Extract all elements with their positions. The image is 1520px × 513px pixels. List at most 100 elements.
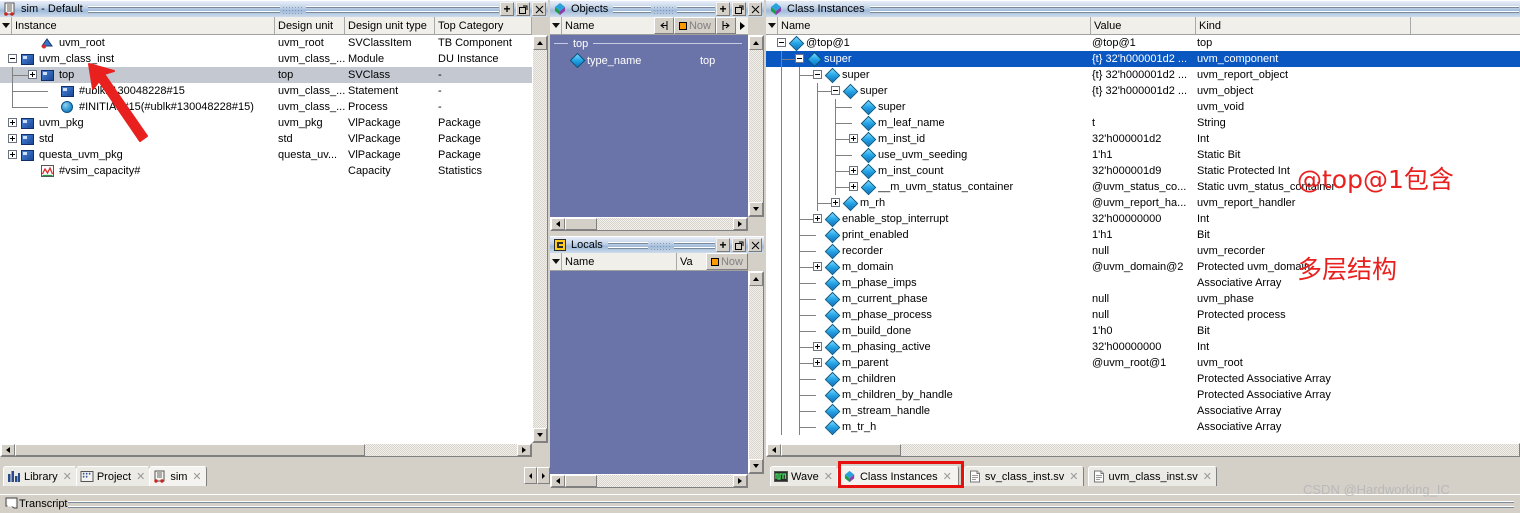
sim-scroll-right-button[interactable] (517, 444, 531, 456)
class-instances-row[interactable]: m_children Protected Associative Array (766, 371, 1520, 388)
tree-expander-plus[interactable] (8, 150, 17, 159)
tab-sim[interactable]: sim ✕ (149, 466, 207, 486)
objects-undock-button[interactable] (732, 2, 747, 16)
objects-vertical-scrollbar[interactable] (748, 35, 764, 217)
tab-sv-class-inst-file[interactable]: sv_class_inst.sv ✕ (963, 466, 1084, 486)
locals-vscroll-track[interactable] (749, 286, 763, 459)
tree-expander-plus[interactable] (849, 134, 858, 143)
locals-scroll-right-button[interactable] (733, 475, 747, 487)
locals-hscroll-track[interactable] (597, 475, 733, 487)
locals-scroll-up-button[interactable] (749, 272, 763, 286)
tree-expander-plus[interactable] (813, 358, 822, 367)
class-instances-filter-button[interactable] (766, 17, 778, 34)
tree-expander-plus[interactable] (8, 118, 17, 127)
objects-grip-dots[interactable] (653, 4, 676, 14)
objects-scroll-up-button[interactable] (749, 36, 763, 50)
class-instances-row[interactable]: m_stream_handle Associative Array (766, 403, 1520, 420)
objects-now-button[interactable]: Now (674, 17, 716, 34)
sim-vertical-scrollbar[interactable] (532, 35, 548, 443)
sim-tree-row[interactable]: uvm_pkg uvm_pkg VlPackage Package (0, 115, 532, 131)
sim-tree-row[interactable]: #ublk#130048228#15 uvm_class_... Statement… (0, 83, 532, 99)
objects-close-button[interactable] (748, 2, 763, 16)
class-instances-row[interactable]: super {t} 32'h000001d2 ... uvm_object (766, 83, 1520, 100)
sim-col-instance[interactable]: Instance (12, 17, 275, 34)
tree-expander-plus[interactable] (849, 166, 858, 175)
objects-panel-titlebar[interactable]: Objects + (550, 0, 764, 17)
objects-col-name[interactable]: Name (562, 17, 654, 34)
sim-scroll-down-button[interactable] (533, 428, 547, 442)
objects-list-item[interactable]: type_name top (550, 52, 748, 69)
left-tabstrip-scroll-buttons[interactable] (524, 467, 550, 484)
sim-tree-row[interactable]: top top SVClass - (0, 67, 532, 83)
objects-scroll-left-button[interactable] (551, 218, 565, 230)
tree-expander-minus[interactable] (831, 86, 840, 95)
sim-close-button[interactable] (532, 2, 546, 16)
objects-hscroll-track[interactable] (597, 218, 733, 230)
sim-scroll-up-button[interactable] (533, 36, 547, 50)
objects-hscroll-thumb[interactable] (565, 218, 597, 230)
locals-col-name[interactable]: Name (562, 253, 677, 270)
class-instances-horizontal-scrollbar[interactable] (766, 443, 1520, 457)
locals-panel-titlebar[interactable]: Locals + (550, 236, 764, 253)
tab-project[interactable]: Project ✕ (75, 466, 151, 486)
sim-undock-button[interactable] (516, 2, 530, 16)
locals-now-button[interactable]: Now (706, 253, 748, 270)
sim-hscroll-track[interactable] (365, 444, 517, 456)
class-instances-titlebar[interactable]: Class Instances (766, 0, 1520, 17)
sim-tree-row[interactable]: #vsim_capacity# Capacity Statistics (0, 163, 532, 179)
sim-panel-titlebar[interactable]: sim - Default + (0, 0, 548, 17)
locals-list[interactable] (550, 271, 748, 474)
sim-tree-row[interactable]: uvm_root uvm_root SVClassItem TB Component (0, 35, 532, 51)
tab-sim-close-icon[interactable]: ✕ (192, 470, 201, 483)
tab-class-instances-close-icon[interactable]: ✕ (943, 470, 952, 483)
objects-dock-plus-button[interactable]: + (716, 2, 731, 16)
sim-tree-row[interactable]: uvm_class_inst uvm_class_... Module DU Inst… (0, 51, 532, 67)
left-tabstrip-scroll-left-button[interactable] (524, 467, 537, 484)
locals-horizontal-scrollbar[interactable] (550, 474, 748, 488)
left-tabstrip-scroll-right-button[interactable] (537, 467, 550, 484)
objects-scroll-right-button[interactable] (733, 218, 747, 230)
class-instances-row[interactable]: m_tr_h Associative Array (766, 419, 1520, 436)
class-instances-col-name[interactable]: Name (778, 17, 1091, 34)
tab-uvm-class-inst-file[interactable]: uvm_class_inst.sv ✕ (1087, 466, 1217, 486)
class-instances-row[interactable]: m_children_by_handle Protected Associativ… (766, 387, 1520, 404)
locals-col-value[interactable]: Va (677, 253, 706, 270)
locals-scroll-down-button[interactable] (749, 459, 763, 473)
tab-project-close-icon[interactable]: ✕ (136, 470, 145, 483)
tree-expander-plus[interactable] (831, 198, 840, 207)
objects-list[interactable]: top type_name top (550, 35, 748, 217)
class-instances-row[interactable]: super {t} 32'h000001d2 ... uvm_report_obje… (766, 67, 1520, 84)
sim-tree-row[interactable]: #INITIAL#15(#ublk#130048228#15) uvm_class… (0, 99, 532, 115)
sim-hscroll-thumb[interactable] (15, 444, 365, 456)
class-instances-hscroll-thumb[interactable] (781, 444, 901, 456)
class-instances-row[interactable]: m_parent @uvm_root@1 uvm_root (766, 355, 1520, 372)
sim-tree-row[interactable]: questa_uvm_pkg questa_uv... VlPackage Packa… (0, 147, 532, 163)
titlebar-grip-dots[interactable] (282, 4, 305, 14)
objects-filter-button[interactable] (550, 17, 562, 34)
sim-tree-row[interactable]: std std VlPackage Package (0, 131, 532, 147)
tab-uvm-class-inst-close-icon[interactable]: ✕ (1203, 470, 1212, 483)
locals-dock-plus-button[interactable]: + (716, 238, 731, 252)
class-instances-row[interactable]: @top@1 @top@1 top (766, 35, 1520, 52)
transcript-panel-titlebar[interactable]: Transcript (0, 494, 1520, 513)
tab-class-instances[interactable]: Class Instances ✕ (836, 466, 959, 486)
locals-filter-button[interactable] (550, 253, 562, 270)
tree-expander-plus[interactable] (813, 262, 822, 271)
objects-horizontal-scrollbar[interactable] (550, 217, 748, 231)
sim-horizontal-scrollbar[interactable] (0, 443, 532, 457)
class-instances-row[interactable]: super {t} 32'h000001d2 ... uvm_component (766, 51, 1520, 68)
tab-library[interactable]: Library ✕ (3, 466, 77, 486)
class-instances-col-kind[interactable]: Kind (1196, 17, 1411, 34)
class-instances-col-value[interactable]: Value (1091, 17, 1196, 34)
locals-scroll-left-button[interactable] (551, 475, 565, 487)
tree-expander-plus[interactable] (813, 214, 822, 223)
locals-close-button[interactable] (748, 238, 763, 252)
sim-dock-plus-button[interactable]: + (500, 2, 514, 16)
locals-undock-button[interactable] (732, 238, 747, 252)
tree-expander-minus[interactable] (795, 54, 804, 63)
tree-expander-minus[interactable] (8, 54, 17, 63)
sim-col-design-unit[interactable]: Design unit (275, 17, 345, 34)
tree-expander-plus[interactable] (28, 70, 37, 79)
sim-filter-button[interactable] (0, 17, 12, 34)
tab-wave[interactable]: Wave ✕ (770, 466, 838, 486)
